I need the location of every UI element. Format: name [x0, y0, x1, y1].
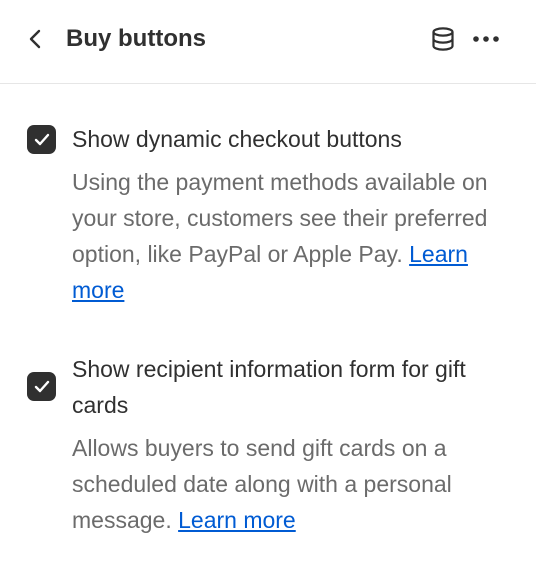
checkmark-icon	[34, 133, 49, 146]
dynamic-checkout-label: Show dynamic checkout buttons	[72, 126, 402, 152]
gift-card-recipient-description: Allows buyers to send gift cards on a sc…	[72, 430, 512, 538]
header: Buy buttons	[0, 0, 536, 84]
page-title: Buy buttons	[66, 25, 206, 52]
back-button[interactable]	[22, 26, 48, 52]
gift-card-recipient-learn-more-link[interactable]: Learn more	[178, 507, 296, 533]
dynamic-checkout-description: Using the payment methods available on y…	[72, 164, 512, 308]
checkmark-icon	[34, 380, 49, 393]
more-actions-button[interactable]	[470, 24, 502, 54]
gift-card-recipient-checkbox[interactable]	[27, 372, 56, 401]
database-icon	[432, 27, 454, 51]
chevron-left-icon	[29, 29, 41, 49]
gift-card-recipient-label: Show recipient information form for gift…	[72, 356, 466, 418]
database-button[interactable]	[428, 24, 458, 54]
ellipsis-horizontal-icon	[473, 36, 499, 42]
dynamic-checkout-checkbox[interactable]	[27, 125, 56, 154]
